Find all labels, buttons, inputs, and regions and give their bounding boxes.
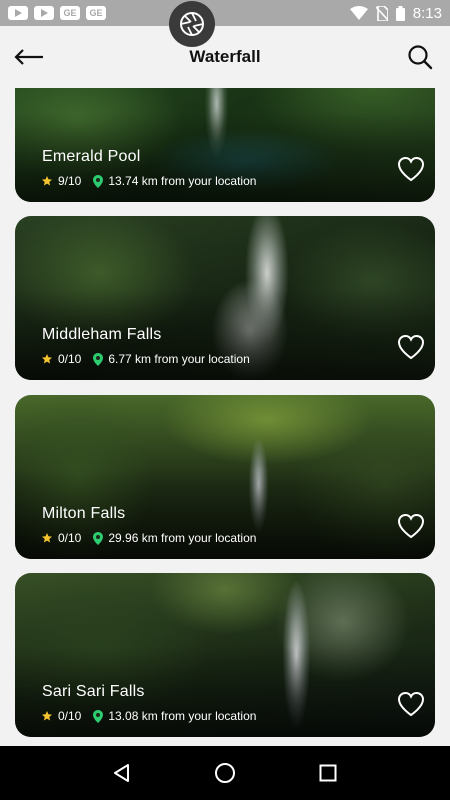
star-icon <box>42 176 52 186</box>
waterfall-name: Emerald Pool <box>42 148 141 165</box>
search-icon <box>408 45 433 70</box>
heart-icon <box>397 156 425 182</box>
youtube-icon <box>8 6 28 20</box>
distance-text: 6.77 km from your location <box>108 352 250 366</box>
ge-icon: GE <box>86 6 106 20</box>
waterfall-list[interactable]: Emerald Pool 9/10 13.74 km from your loc… <box>0 88 450 746</box>
star-icon <box>42 354 52 364</box>
status-time: 8:13 <box>412 4 442 22</box>
favorite-button[interactable] <box>397 691 425 717</box>
favorite-button[interactable] <box>397 513 425 539</box>
screenshot-camera-button[interactable] <box>169 1 215 47</box>
card-meta: 0/10 29.96 km from your location <box>41 531 256 545</box>
waterfall-name: Middleham Falls <box>42 326 162 343</box>
location-pin-icon <box>93 709 104 723</box>
star-icon <box>42 533 52 543</box>
recents-nav-icon <box>319 764 337 782</box>
favorite-button[interactable] <box>397 156 425 182</box>
heart-icon <box>397 691 425 717</box>
waterfall-name: Milton Falls <box>42 505 126 522</box>
rating-text: 0/10 <box>58 531 82 545</box>
star-icon <box>42 711 52 721</box>
rating-text: 0/10 <box>58 709 82 723</box>
camera-shutter-icon <box>180 12 204 36</box>
ge-icon: GE <box>60 6 80 20</box>
waterfall-card[interactable]: Milton Falls 0/10 29.96 km from your loc… <box>15 395 435 559</box>
rating-text: 9/10 <box>58 174 82 188</box>
heart-icon <box>397 513 425 539</box>
home-nav-icon <box>214 763 235 783</box>
distance-text: 13.08 km from your location <box>108 709 257 723</box>
system-nav-bar <box>0 746 450 800</box>
location-pin-icon <box>93 531 104 545</box>
card-meta: 9/10 13.74 km from your location <box>41 174 256 188</box>
waterfall-card[interactable]: Middleham Falls 0/10 6.77 km from your l… <box>15 216 435 380</box>
waterfall-card[interactable]: Sari Sari Falls 0/10 13.08 km from your … <box>15 573 435 737</box>
arrow-left-icon <box>14 49 43 65</box>
waterfall-card[interactable]: Emerald Pool 9/10 13.74 km from your loc… <box>15 88 435 202</box>
card-meta: 0/10 6.77 km from your location <box>41 352 250 366</box>
location-pin-icon <box>93 174 104 188</box>
waterfall-name: Sari Sari Falls <box>42 683 145 700</box>
location-pin-icon <box>93 352 104 366</box>
rating-text: 0/10 <box>58 352 82 366</box>
card-meta: 0/10 13.08 km from your location <box>41 709 256 723</box>
youtube-icon <box>34 6 54 20</box>
search-button[interactable] <box>406 43 434 71</box>
page-title: Waterfall <box>189 47 261 66</box>
nav-back-button[interactable] <box>109 760 135 786</box>
status-bar: GE GE 8:13 <box>0 0 450 26</box>
no-sim-icon <box>375 5 388 21</box>
back-nav-icon <box>113 764 129 782</box>
nav-home-button[interactable] <box>212 760 238 786</box>
wifi-icon <box>349 6 368 20</box>
app-bar: Waterfall <box>0 26 450 88</box>
favorite-button[interactable] <box>397 334 425 360</box>
distance-text: 29.96 km from your location <box>108 531 257 545</box>
distance-text: 13.74 km from your location <box>108 174 257 188</box>
battery-icon <box>395 5 405 21</box>
nav-recents-button[interactable] <box>315 760 341 786</box>
heart-icon <box>397 334 425 360</box>
back-button[interactable] <box>14 43 46 71</box>
